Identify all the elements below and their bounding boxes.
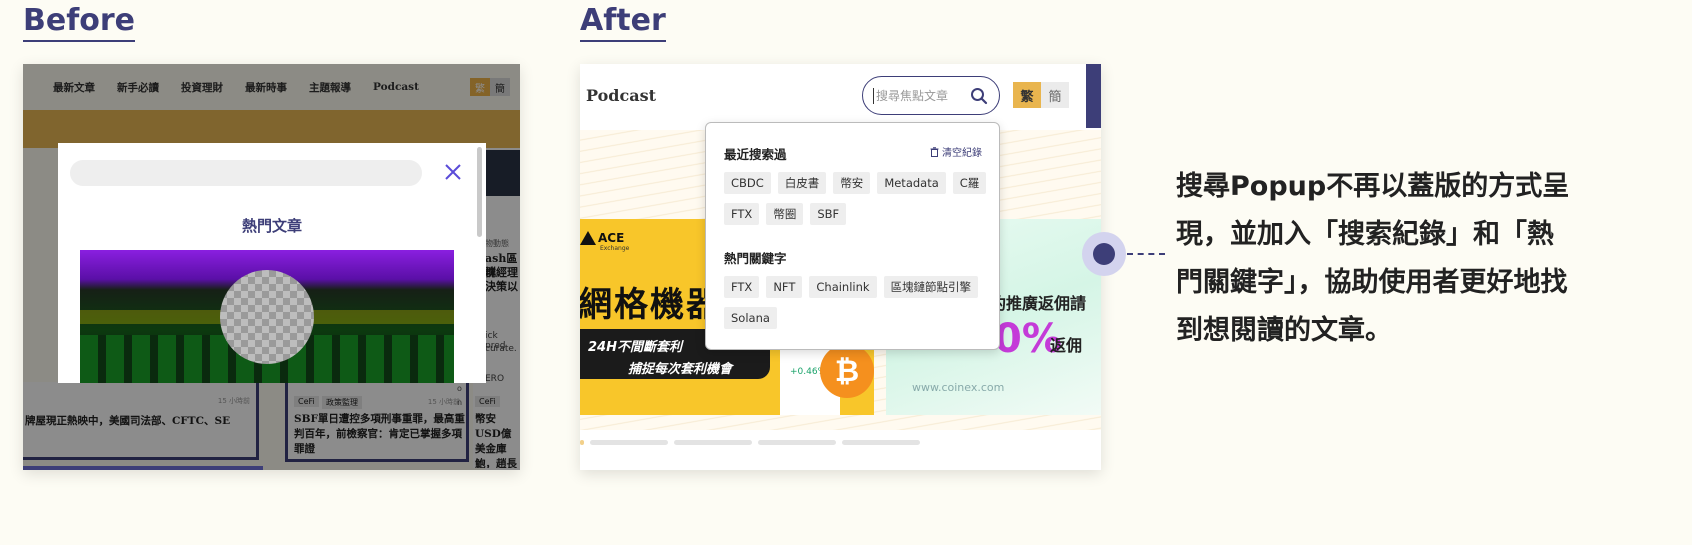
blurred-face	[220, 270, 314, 364]
recent-searches-title: 最近搜索過	[724, 147, 787, 162]
carousel-dot[interactable]	[842, 440, 920, 445]
description-text: 搜尋Popup不再以蓋版的方式呈現，並加入「搜索紀錄」和「熱門關鍵字」，協助使用…	[1176, 171, 1570, 346]
carousel-dot[interactable]	[580, 440, 584, 445]
nav-item-podcast[interactable]: Podcast	[586, 86, 656, 105]
ad-right-text-2: 返佣	[1050, 336, 1083, 355]
ad-line-1: 24H不間斷套利	[588, 340, 682, 355]
clear-history-label: 清空紀錄	[942, 148, 982, 159]
callout-dashed-line	[1127, 253, 1165, 255]
lang-simplified-button[interactable]: 簡	[1041, 82, 1069, 108]
search-input[interactable]: 搜尋焦點文章	[862, 76, 1000, 115]
bitcoin-icon: ₿	[820, 344, 874, 398]
carousel-indicators	[580, 440, 920, 445]
ace-logo-icon	[580, 231, 596, 245]
clear-history-button[interactable]: 清空紀錄	[930, 144, 982, 159]
close-icon[interactable]	[442, 161, 464, 183]
search-input[interactable]	[70, 160, 422, 186]
recent-tag[interactable]: C羅	[952, 172, 987, 194]
hot-tag[interactable]: FTX	[724, 276, 760, 298]
search-modal: 熱門文章	[58, 143, 486, 383]
ad-headline: 網格機器	[580, 285, 722, 325]
recent-tag[interactable]: Metadata	[877, 172, 946, 194]
search-icon[interactable]	[970, 87, 988, 105]
language-toggle: 繁 簡	[1013, 82, 1069, 108]
recent-tag[interactable]: 白皮書	[777, 172, 827, 194]
hot-articles-title: 熱門文章	[241, 217, 302, 235]
lang-traditional-button[interactable]: 繁	[1013, 82, 1041, 108]
ad-brand: ACE	[598, 231, 625, 245]
hot-tag[interactable]: Solana	[724, 307, 777, 329]
ad-line-2: 捕捉每次套利機會	[628, 362, 733, 377]
recent-tag[interactable]: 幣安	[833, 172, 871, 194]
text-caret	[873, 87, 874, 104]
after-screenshot: Podcast 搜尋焦點文章 繁 簡 ACE Exchange 網格機器 24H…	[580, 64, 1101, 470]
callout-dot	[1093, 243, 1115, 265]
trash-icon	[930, 146, 939, 157]
before-heading: Before	[23, 2, 136, 42]
search-placeholder: 搜尋焦點文章	[876, 89, 949, 103]
edge-bar	[1086, 64, 1101, 128]
carousel-dot[interactable]	[674, 440, 752, 445]
recent-tag[interactable]: FTX	[724, 203, 760, 225]
hot-tag[interactable]: 區塊鏈節點引擎	[883, 276, 979, 298]
hot-tag[interactable]: NFT	[766, 276, 803, 298]
search-popup: 最近搜索過 清空紀錄 CBDC 白皮書 幣安 Metadata C羅 FTX 幣…	[705, 122, 1000, 350]
recent-tags: CBDC 白皮書 幣安 Metadata C羅 FTX 幣圈 SBF	[724, 172, 989, 225]
recent-tag[interactable]: CBDC	[724, 172, 771, 194]
hot-tags: FTX NFT Chainlink 區塊鏈節點引擎 Solana	[724, 276, 989, 329]
before-screenshot: 最新文章 新手必讀 投資理財 最新時事 主題報導 Podcast 繁 簡 物動態…	[23, 64, 520, 470]
ad-brand-sub: Exchange	[600, 245, 630, 252]
hot-keywords-title: 熱門關鍵字	[724, 251, 787, 266]
featured-article-image[interactable]	[80, 250, 454, 383]
ad-right-text-1: 約推廣返佣請	[990, 294, 1087, 313]
after-heading: After	[580, 2, 666, 42]
card-underline	[23, 382, 263, 470]
hot-tag[interactable]: Chainlink	[809, 276, 877, 298]
carousel-dot[interactable]	[590, 440, 668, 445]
ad-right-url: www.coinex.com	[912, 381, 1005, 394]
recent-tag[interactable]: SBF	[810, 203, 847, 225]
recent-tag[interactable]: 幣圈	[766, 203, 804, 225]
carousel-dot[interactable]	[758, 440, 836, 445]
